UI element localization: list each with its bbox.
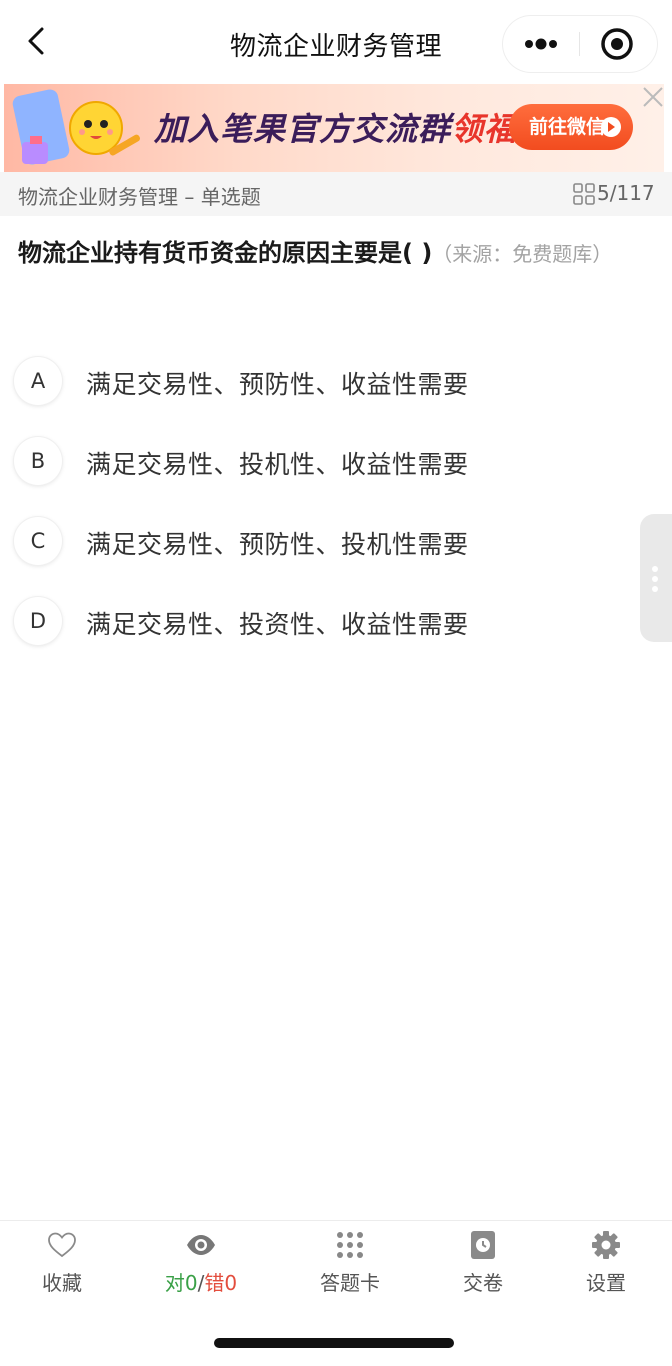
answer-stats-button[interactable]: 对0/错0	[150, 1221, 252, 1299]
option-c[interactable]: C 满足交易性、预防性、投机性需要	[14, 515, 614, 569]
heart-icon	[48, 1232, 76, 1258]
answer-stats-label: 对0/错0	[164, 1271, 238, 1295]
question-text: 物流企业持有货币资金的原因主要是( )	[18, 239, 433, 267]
mini-program-capsule	[503, 16, 657, 72]
exit-mini-program-button[interactable]	[580, 16, 657, 72]
submit-label: 交卷	[463, 1271, 503, 1295]
home-indicator	[214, 1338, 454, 1348]
option-text: 满足交易性、投机性、收益性需要	[86, 450, 469, 479]
option-letter: B	[14, 437, 62, 485]
option-letter: A	[14, 357, 62, 405]
banner-text: 加入笔果官方交流群领福利	[154, 110, 551, 148]
option-a[interactable]: A 满足交易性、预防性、收益性需要	[14, 355, 614, 409]
option-text: 满足交易性、预防性、收益性需要	[86, 370, 469, 399]
question-stem: 物流企业持有货币资金的原因主要是( )（来源：免费题库）	[18, 234, 638, 273]
more-button[interactable]	[503, 16, 579, 72]
mascot-icon	[12, 89, 140, 165]
question-grid-button[interactable]	[573, 183, 595, 205]
go-wechat-label: 前往微信	[529, 116, 606, 138]
clock-paper-icon	[471, 1231, 495, 1259]
grid-icon	[573, 183, 595, 205]
option-letter: D	[14, 597, 62, 645]
side-drawer-handle[interactable]	[640, 514, 672, 642]
settings-label: 设置	[586, 1271, 626, 1295]
question-progress: 5/117	[597, 181, 655, 205]
promo-banner[interactable]: 加入笔果官方交流群领福利 前往微信	[4, 84, 664, 172]
nav-bar: 物流企业财务管理	[0, 0, 672, 84]
option-text: 满足交易性、预防性、投机性需要	[86, 530, 469, 559]
submit-button[interactable]: 交卷	[443, 1221, 523, 1299]
settings-button[interactable]: 设置	[566, 1221, 646, 1299]
option-b[interactable]: B 满足交易性、投机性、收益性需要	[14, 435, 614, 489]
subject-type-label: 物流企业财务管理 – 单选题	[18, 185, 261, 209]
option-letter: C	[14, 517, 62, 565]
banner-close-button[interactable]	[640, 84, 666, 110]
go-wechat-button[interactable]: 前往微信	[509, 104, 633, 150]
arrow-right-icon	[601, 117, 621, 137]
favorite-label: 收藏	[42, 1271, 82, 1295]
question-subheader: 物流企业财务管理 – 单选题 5/117	[0, 172, 672, 216]
dots-grid-icon	[337, 1232, 363, 1258]
option-text: 满足交易性、投资性、收益性需要	[86, 610, 469, 639]
target-circle-icon	[601, 28, 633, 60]
wrong-count: 0	[224, 1271, 238, 1295]
more-dots-icon	[525, 38, 557, 50]
close-icon	[643, 87, 663, 107]
question-source: （来源：免费题库）	[432, 242, 613, 266]
correct-count: 0	[184, 1271, 198, 1295]
answer-card-button[interactable]: 答题卡	[300, 1221, 400, 1299]
answer-card-label: 答题卡	[320, 1271, 380, 1295]
favorite-button[interactable]: 收藏	[22, 1221, 102, 1299]
gear-icon	[592, 1231, 620, 1259]
eye-icon	[187, 1235, 215, 1255]
option-d[interactable]: D 满足交易性、投资性、收益性需要	[14, 595, 614, 649]
